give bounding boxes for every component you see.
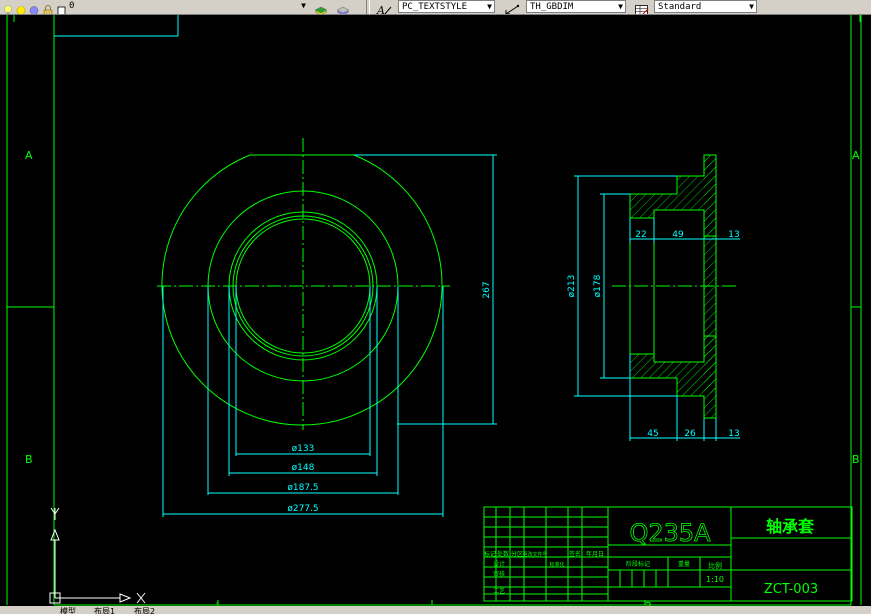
dim-13-bottom: 13 bbox=[728, 429, 739, 439]
zone-label-a-right: A bbox=[852, 149, 860, 162]
scale-label: 比例 bbox=[708, 561, 722, 570]
top-left-table-fragment bbox=[54, 15, 179, 37]
dim-phi187-5: ø187.5 bbox=[287, 483, 318, 493]
drawing-number-text: ZCT-003 bbox=[764, 582, 818, 597]
dim-13-top: 13 bbox=[728, 230, 739, 240]
scale-value: 1:10 bbox=[706, 575, 724, 584]
title-row-label-2: 分区 bbox=[511, 550, 523, 558]
upper-section-profile bbox=[629, 154, 717, 237]
outer-flange-contour bbox=[161, 154, 443, 426]
dim-267: 267 bbox=[482, 281, 492, 298]
dim-22: 22 bbox=[635, 230, 646, 240]
title-row-label-5: 年月日 bbox=[586, 550, 604, 558]
dim-26: 26 bbox=[684, 429, 696, 439]
front-dimension-lines bbox=[162, 154, 497, 517]
title-row-label-3: 更改文件号 bbox=[522, 551, 547, 558]
dim-phi178: ø178 bbox=[593, 274, 603, 297]
dim-45: 45 bbox=[647, 429, 658, 439]
stage-label: 阶段标记 bbox=[626, 560, 650, 568]
title-row-label-1: 处数 bbox=[497, 550, 509, 558]
front-view: ø133 ø148 ø187.5 ø277.5 267 bbox=[157, 138, 497, 517]
dim-phi133: ø133 bbox=[292, 444, 315, 454]
dim-phi213: ø213 bbox=[567, 275, 577, 298]
zone-label-b-left: B bbox=[25, 453, 33, 466]
process-label: 工艺 bbox=[493, 587, 505, 595]
dim-49: 49 bbox=[672, 230, 684, 240]
side-section-view: ø213 ø178 22 49 13 45 26 13 bbox=[567, 154, 740, 441]
layout-tabs: 模型 布局1 布局2 bbox=[0, 606, 871, 614]
title-row-label-0: 标记 bbox=[484, 550, 496, 558]
tab-layout1[interactable]: 布局1 bbox=[94, 606, 115, 614]
ucs-icon bbox=[49, 507, 146, 604]
lower-section-profile bbox=[629, 335, 717, 419]
title-row-label-4: 签名 bbox=[569, 550, 581, 558]
check-label: 审核 bbox=[493, 570, 505, 578]
weight-label: 重量 bbox=[678, 560, 690, 568]
drawing-frame bbox=[6, 15, 862, 606]
drawing-canvas[interactable]: A A B B 1 2 bbox=[0, 0, 871, 614]
zone-label-a-left: A bbox=[25, 149, 33, 162]
dim-phi277-5: ø277.5 bbox=[287, 504, 318, 514]
part-name-text: 轴承套 bbox=[766, 517, 815, 536]
tab-layout2[interactable]: 布局2 bbox=[134, 606, 155, 614]
std-label: 标准化 bbox=[549, 561, 564, 568]
material-text: Q235A bbox=[629, 519, 711, 547]
tab-model[interactable]: 模型 bbox=[60, 606, 76, 614]
zone-label-b-right: B bbox=[852, 453, 860, 466]
design-label: 设计 bbox=[493, 560, 505, 568]
dim-phi148: ø148 bbox=[292, 463, 315, 473]
